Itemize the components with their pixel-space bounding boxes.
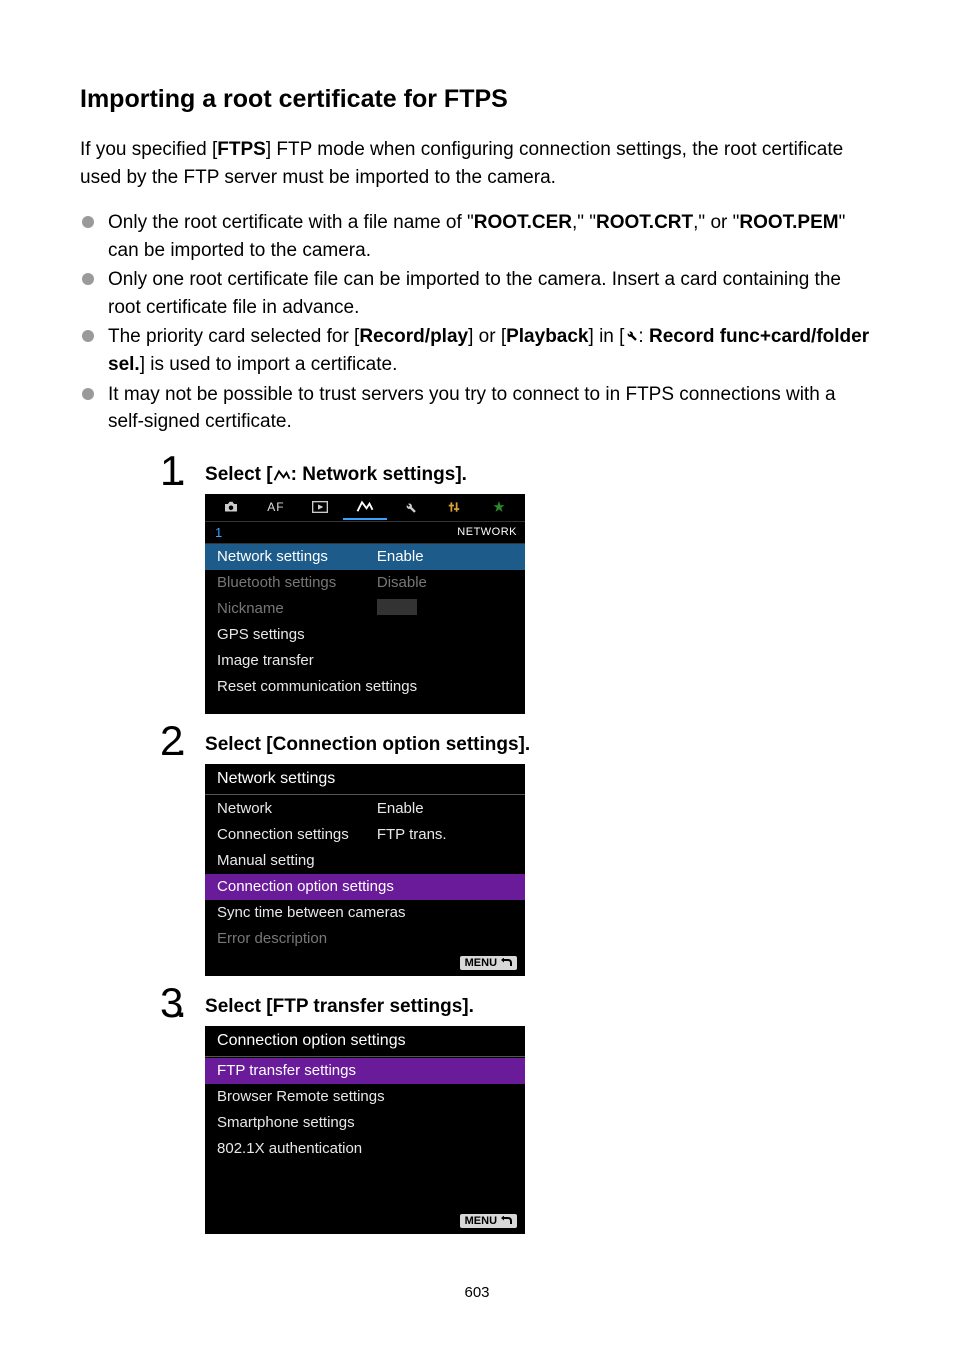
bullet-text: The priority card selected for [ bbox=[108, 326, 359, 347]
bullet-list: Only the root certificate with a file na… bbox=[80, 209, 874, 436]
step-1: 1. Select [: Network settings]. AF 1 NET… bbox=[160, 456, 874, 714]
nickname-placeholder bbox=[377, 599, 417, 615]
af-tab: AF bbox=[254, 500, 299, 514]
row-label: Sync time between cameras bbox=[217, 904, 513, 921]
bullet-item: It may not be possible to trust servers … bbox=[80, 381, 874, 436]
bullet-bold: Playback bbox=[506, 326, 588, 347]
bullet-text: Only the root certificate with a file na… bbox=[108, 212, 474, 233]
bullet-text: ," " bbox=[572, 212, 596, 233]
menu-row-selected: FTP transfer settings bbox=[205, 1058, 525, 1084]
page-title: Importing a root certificate for FTPS bbox=[80, 85, 874, 114]
step-title-text: : Network settings]. bbox=[291, 464, 467, 485]
camera-screen-3: Connection option settings FTP transfer … bbox=[205, 1026, 525, 1234]
step-number: 2. bbox=[160, 720, 187, 762]
menu-row: GPS settings bbox=[205, 622, 525, 648]
menu-row: Connection settings FTP trans. bbox=[205, 822, 525, 848]
bullet-bold: ROOT.CRT bbox=[596, 212, 693, 233]
row-label: Smartphone settings bbox=[217, 1114, 513, 1131]
bullet-bold: Record/play bbox=[359, 326, 468, 347]
step-number: 1. bbox=[160, 450, 187, 492]
menu-row: Bluetooth settings Disable bbox=[205, 570, 525, 596]
menu-row: Nickname bbox=[205, 596, 525, 622]
step-3: 3. Select [FTP transfer settings]. Conne… bbox=[160, 988, 874, 1234]
row-value: FTP trans. bbox=[377, 826, 513, 843]
menu-row: Image transfer bbox=[205, 648, 525, 674]
row-label: 802.1X authentication bbox=[217, 1140, 513, 1157]
bullet-text: ] is used to import a certificate. bbox=[140, 354, 398, 375]
bullet-bold: ROOT.CER bbox=[474, 212, 572, 233]
row-value: Enable bbox=[377, 800, 513, 817]
step-title: Select [Connection option settings]. bbox=[205, 734, 874, 756]
back-arrow-icon bbox=[500, 1216, 512, 1226]
row-label: Network bbox=[217, 800, 377, 817]
row-label: GPS settings bbox=[217, 626, 377, 643]
row-value: Disable bbox=[377, 574, 513, 591]
menu-row: Browser Remote settings bbox=[205, 1084, 525, 1110]
row-label: Connection settings bbox=[217, 826, 377, 843]
menu-row: Reset communication settings bbox=[205, 674, 525, 700]
intro-paragraph: If you specified [FTPS] FTP mode when co… bbox=[80, 136, 874, 191]
menu-row-selected: Network settings Enable bbox=[205, 544, 525, 570]
menu-back-button: MENU bbox=[460, 956, 517, 970]
page-number: 603 bbox=[80, 1284, 874, 1301]
menu-row: Network Enable bbox=[205, 796, 525, 822]
menu-row: Manual setting bbox=[205, 848, 525, 874]
intro-bold: FTPS bbox=[217, 139, 266, 160]
row-label: Connection option settings bbox=[217, 878, 513, 895]
row-label: Browser Remote settings bbox=[217, 1088, 513, 1105]
camera-screen-1: AF 1 NETWORK Network settings Enable Blu… bbox=[205, 494, 525, 714]
tab-row: AF bbox=[205, 494, 525, 522]
star-icon bbox=[477, 500, 522, 514]
subtab-page: 1 bbox=[205, 525, 222, 540]
bullet-text: ] in [ bbox=[589, 326, 625, 347]
intro-text: If you specified [ bbox=[80, 139, 217, 160]
bullet-item: Only the root certificate with a file na… bbox=[80, 209, 874, 264]
row-label: Reset communication settings bbox=[217, 678, 513, 695]
back-arrow-icon bbox=[500, 958, 512, 968]
screen-header: Connection option settings bbox=[205, 1026, 525, 1056]
row-value: Enable bbox=[377, 548, 513, 565]
sub-tab-row: 1 NETWORK bbox=[205, 522, 525, 544]
bottom-bar: MENU bbox=[205, 952, 525, 976]
bullet-text: : bbox=[638, 326, 649, 347]
bullet-text: ] or [ bbox=[468, 326, 506, 347]
menu-label: MENU bbox=[465, 957, 497, 969]
screen-header: Network settings bbox=[205, 764, 525, 794]
bottom-bar: MENU bbox=[205, 1210, 525, 1234]
menu-label: MENU bbox=[465, 1215, 497, 1227]
play-icon bbox=[298, 501, 343, 513]
bullet-bold: ROOT.PEM bbox=[739, 212, 838, 233]
camera-icon bbox=[209, 500, 254, 514]
bullet-item: Only one root certificate file can be im… bbox=[80, 266, 874, 321]
row-label: Bluetooth settings bbox=[217, 574, 377, 591]
menu-row: Error description bbox=[205, 926, 525, 952]
row-label: Manual setting bbox=[217, 852, 513, 869]
step-title: Select [FTP transfer settings]. bbox=[205, 996, 874, 1018]
step-title-text: Select [ bbox=[205, 464, 273, 485]
network-icon bbox=[273, 468, 291, 482]
wrench-icon bbox=[624, 323, 638, 351]
row-label: Nickname bbox=[217, 600, 377, 617]
menu-row: 802.1X authentication bbox=[205, 1136, 525, 1162]
menu-row: Smartphone settings bbox=[205, 1110, 525, 1136]
menu-back-button: MENU bbox=[460, 1214, 517, 1228]
subtab-label: NETWORK bbox=[457, 526, 517, 538]
row-label: Image transfer bbox=[217, 652, 513, 669]
step-2: 2. Select [Connection option settings]. … bbox=[160, 726, 874, 976]
row-label: Network settings bbox=[217, 548, 377, 565]
step-title: Select [ : Network settings]. bbox=[205, 464, 874, 486]
wrench-tab-icon bbox=[387, 500, 432, 514]
network-tab-icon bbox=[343, 494, 388, 520]
menu-row-selected: Connection option settings bbox=[205, 874, 525, 900]
row-label: Error description bbox=[217, 930, 513, 947]
bullet-text: ," or " bbox=[693, 212, 739, 233]
menu-row: Sync time between cameras bbox=[205, 900, 525, 926]
row-value bbox=[377, 599, 513, 619]
custom-tab-icon bbox=[432, 500, 477, 514]
bullet-item: The priority card selected for [Record/p… bbox=[80, 323, 874, 378]
camera-screen-2: Network settings Network Enable Connecti… bbox=[205, 764, 525, 976]
row-label: FTP transfer settings bbox=[217, 1062, 513, 1079]
step-number: 3. bbox=[160, 982, 187, 1024]
